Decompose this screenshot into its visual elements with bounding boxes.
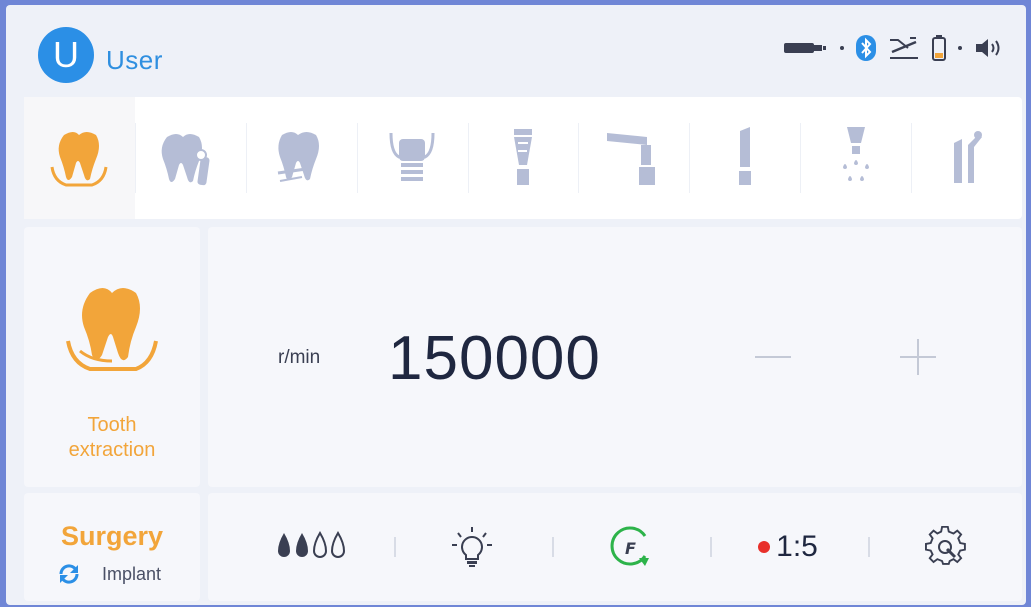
foot-pedal-icon xyxy=(890,37,918,59)
refresh-icon xyxy=(59,564,79,584)
separator xyxy=(868,537,870,557)
separator xyxy=(394,537,396,557)
separator xyxy=(552,537,554,557)
mode-label-line1: Tooth xyxy=(87,414,137,436)
straight-handpiece-icon xyxy=(738,127,751,185)
device-screen: U User Tooth extraction r/min 150000 Sur… xyxy=(6,5,1026,605)
implant-icon xyxy=(389,132,435,181)
mode-label-line2: extraction xyxy=(68,439,156,461)
tool-selector-bar xyxy=(24,97,1022,219)
surgery-title: Surgery xyxy=(60,521,164,551)
water-spray-icon xyxy=(842,127,869,181)
surgery-panel[interactable]: Surgery Implant xyxy=(24,493,200,601)
user-avatar[interactable]: U xyxy=(38,27,94,83)
handpiece-pair-icon xyxy=(953,131,982,183)
speed-unit: r/min xyxy=(278,347,321,368)
water-flow-control[interactable] xyxy=(274,525,358,569)
speed-value[interactable]: 150000 xyxy=(388,323,601,394)
tooth-cleaning-icon xyxy=(161,134,210,186)
separator-dot xyxy=(958,46,962,50)
settings-button[interactable] xyxy=(920,525,972,569)
light-bulb-icon xyxy=(452,527,492,567)
water-drops-icon xyxy=(278,531,346,558)
header: U User xyxy=(6,5,1026,93)
tooth-crack-icon xyxy=(278,132,320,182)
increase-speed-button[interactable] xyxy=(888,331,948,383)
tool-tooth-cleaning[interactable] xyxy=(134,97,246,219)
separator xyxy=(710,537,712,557)
tool-straight-handpiece[interactable] xyxy=(689,97,800,219)
controls-panel: F 1:5 xyxy=(208,493,1022,601)
decrease-speed-button[interactable] xyxy=(744,335,802,379)
tool-water-spray[interactable] xyxy=(800,97,911,219)
tool-handpiece-pair[interactable] xyxy=(911,97,1022,219)
tooth-extraction-icon xyxy=(66,288,158,371)
implant-switch[interactable]: Implant xyxy=(56,563,161,585)
contra-angle-icon xyxy=(606,133,655,185)
mode-panel[interactable]: Tooth extraction xyxy=(24,227,200,487)
direction-letter: F xyxy=(625,539,636,558)
bluetooth-icon xyxy=(856,35,876,61)
tool-bur[interactable] xyxy=(467,97,579,219)
user-name[interactable]: User xyxy=(106,45,163,76)
direction-control[interactable]: F xyxy=(602,525,660,569)
battery-icon xyxy=(932,35,946,61)
minus-icon xyxy=(755,356,791,358)
tool-implant[interactable] xyxy=(356,97,468,219)
forward-rotation-icon: F xyxy=(610,526,649,566)
ratio-indicator-dot xyxy=(758,541,771,553)
plus-icon xyxy=(900,339,936,375)
light-control[interactable] xyxy=(444,525,500,569)
speed-panel: r/min 150000 xyxy=(208,227,1022,487)
gear-ratio: 1:5 xyxy=(758,530,818,564)
mode-label: Tooth extraction xyxy=(24,413,200,463)
tool-tooth-crack[interactable] xyxy=(245,97,357,219)
separator-dot xyxy=(840,46,844,50)
gear-ratio-control[interactable]: 1:5 xyxy=(748,525,828,569)
tool-tooth-extraction[interactable] xyxy=(24,97,135,219)
tooth-extraction-icon xyxy=(50,132,108,187)
implant-label: Implant xyxy=(102,563,162,584)
settings-gear-icon xyxy=(925,526,966,565)
status-bar xyxy=(784,35,1004,61)
volume-icon[interactable] xyxy=(974,37,1004,59)
bur-icon xyxy=(514,129,532,185)
usb-plug-icon xyxy=(784,43,826,53)
gear-ratio-value: 1:5 xyxy=(776,530,818,563)
tool-contra-angle[interactable] xyxy=(578,97,689,219)
